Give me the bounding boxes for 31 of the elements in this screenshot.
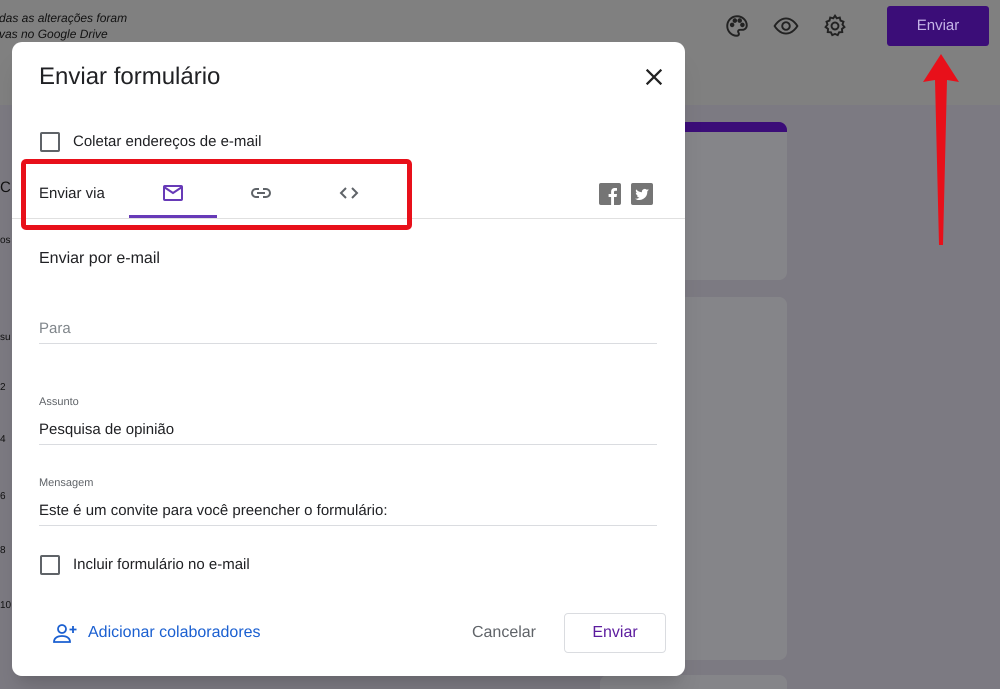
send-via-label: Enviar via: [39, 184, 106, 204]
field-label: Assunto: [39, 395, 80, 410]
checkbox-label: Coletar endereços de e-mail: [73, 132, 262, 152]
add-person-icon: [52, 623, 78, 643]
text-field[interactable]: Pesquisa de opinião: [39, 420, 657, 445]
send-button[interactable]: Enviar: [564, 613, 666, 653]
settings-icon[interactable]: [822, 13, 848, 39]
checkbox-label: Incluir formulário no e-mail: [73, 554, 250, 575]
background-text: 8: [0, 544, 6, 558]
add-collaborators-button[interactable]: Adicionar colaboradores: [52, 621, 261, 645]
close-icon[interactable]: [643, 66, 665, 88]
to-field[interactable]: Para: [39, 319, 657, 344]
background-text: 2: [0, 381, 6, 395]
autosave-note: vas no Google Drive: [0, 26, 109, 42]
send-button[interactable]: Enviar: [887, 6, 989, 46]
twitter-icon[interactable]: [631, 183, 653, 205]
facebook-icon[interactable]: [599, 183, 621, 205]
background-text: os: [0, 234, 11, 248]
checkbox[interactable]: [40, 132, 60, 152]
field-label: Mensagem: [39, 476, 94, 491]
background-text: su: [0, 331, 11, 345]
background-text: 4: [0, 433, 6, 447]
text-field[interactable]: Este é um convite para você preencher o formulário:: [39, 501, 657, 526]
palette-icon[interactable]: [724, 13, 750, 39]
background-text: 6: [0, 490, 6, 504]
checkbox[interactable]: [40, 555, 60, 575]
background-text: 10: [0, 599, 12, 613]
cancel-button[interactable]: Cancelar: [462, 613, 546, 653]
background-text: C: [0, 180, 11, 196]
dialog-title: Enviar formulário: [39, 62, 220, 92]
section-title: Enviar por e-mail: [38, 249, 161, 269]
